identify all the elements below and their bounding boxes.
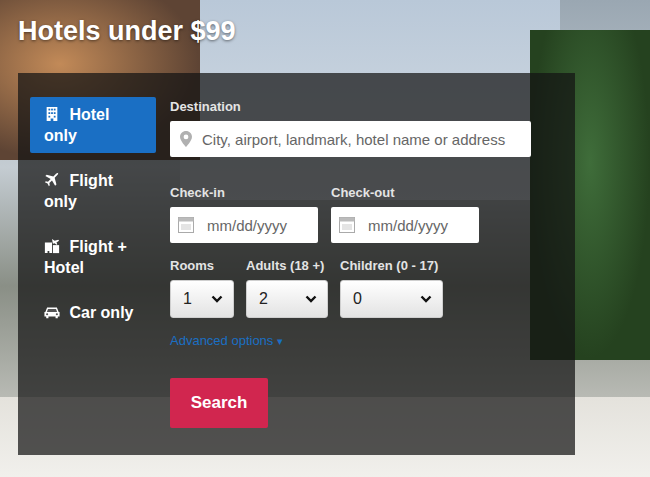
select-group: Rooms 1 [170,258,234,318]
tab[interactable]: Hotel only [30,97,156,153]
destination-input[interactable] [202,131,531,148]
chevron-down-icon [305,295,317,303]
chevron-down-icon [420,295,432,303]
select-dropdown[interactable]: 0 [340,280,443,318]
chevron-down-icon [211,295,223,303]
select-group: Children (0 - 17) 0 [340,258,443,318]
date-input[interactable] [368,217,479,234]
calendar-icon [178,217,194,233]
date-group: Check-in [170,185,318,243]
destination-label: Destination [170,99,532,115]
date-label: Check-in [170,185,318,201]
select-group: Adults (18 +) 2 [246,258,328,318]
tab-list: Hotel only Flight only Flight + Hotel Ca… [30,97,156,455]
page-title: Hotels under $99 [18,14,650,48]
tab[interactable]: Flight only [30,163,156,219]
select-dropdown[interactable]: 1 [170,280,234,318]
destination-field[interactable] [170,121,531,157]
map-pin-icon [180,131,192,147]
select-dropdown[interactable]: 2 [246,280,328,318]
car-icon [44,304,60,320]
date-label: Check-out [331,185,479,201]
advanced-options-link[interactable]: Advanced options ▾ [170,333,532,349]
date-row: Check-in Check-out [170,185,532,243]
select-label: Adults (18 +) [246,258,328,274]
date-input[interactable] [207,217,318,234]
tab[interactable]: Car only [30,295,156,339]
hotel-search-page: Hotels under $99 Hotel only Flight only … [0,0,650,477]
select-label: Rooms [170,258,234,274]
date-group: Check-out [331,185,479,243]
select-label: Children (0 - 17) [340,258,443,274]
building-icon [44,106,60,122]
date-field[interactable] [170,207,318,243]
tab[interactable]: Flight + Hotel [30,229,156,285]
date-field[interactable] [331,207,479,243]
flight-hotel-icon [44,238,60,254]
search-button[interactable]: Search [170,378,268,428]
calendar-icon [339,217,355,233]
plane-icon [44,172,60,188]
guest-row: Rooms 1 Adults (18 +) 2 Children (0 - 17… [170,258,532,318]
search-form: Destination Check-in Check-out Rooms 1 A… [170,97,532,455]
search-panel: Hotel only Flight only Flight + Hotel Ca… [18,73,575,455]
